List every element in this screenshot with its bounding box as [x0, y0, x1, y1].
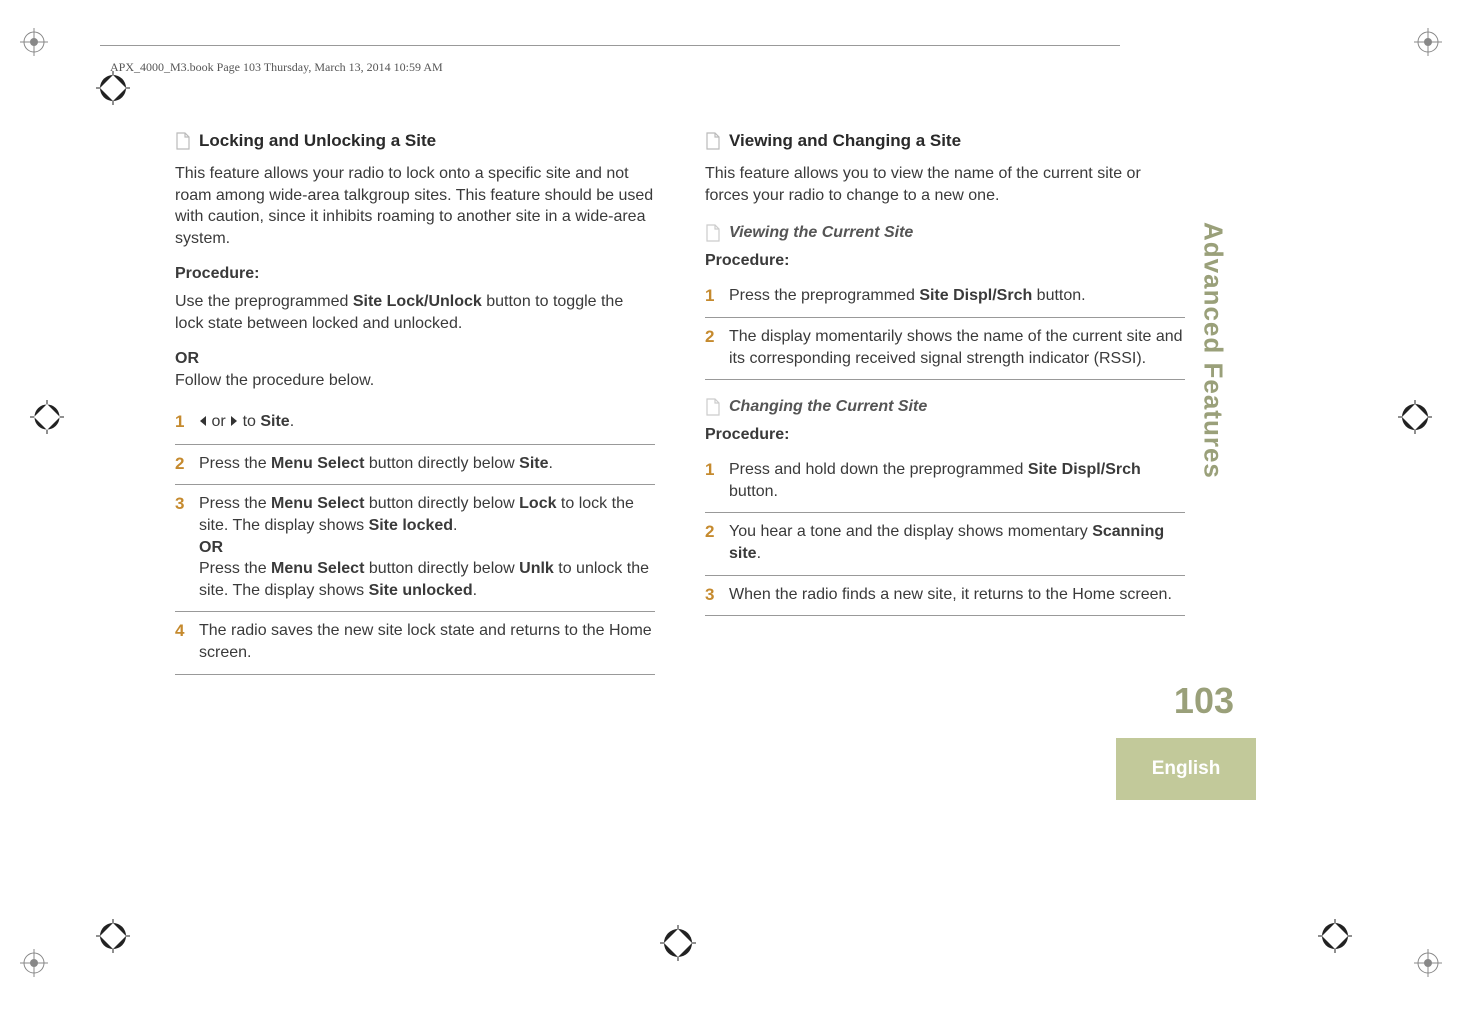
right-column: Viewing and Changing a Site This feature…: [705, 130, 1185, 830]
procedure-label: Procedure:: [705, 424, 1185, 446]
display-text: Site: [260, 413, 289, 430]
crop-mark-icon: [1414, 28, 1442, 56]
section-title: Viewing and Changing a Site: [729, 130, 961, 153]
text: .: [453, 517, 457, 534]
procedure-text: Use the preprogrammed Site Lock/Unlock b…: [175, 291, 655, 334]
language-label: English: [1152, 758, 1221, 780]
step-item: Press the preprogrammed Site Displ/Srch …: [705, 279, 1185, 318]
chapter-tab: Advanced Features: [1192, 150, 1234, 550]
procedure-label: Procedure:: [705, 250, 1185, 272]
text: button directly below: [364, 495, 519, 512]
display-text: Site locked: [369, 517, 453, 534]
step-item: The radio saves the new site lock state …: [175, 614, 655, 674]
subsection-title: Viewing the Current Site: [729, 222, 913, 244]
intro-text: This feature allows you to view the name…: [705, 163, 1185, 206]
steps-list: or to Site. Press the Menu Select button…: [175, 405, 655, 674]
text: or: [207, 413, 230, 430]
document-icon: [175, 132, 191, 150]
registration-mark-icon: [30, 400, 64, 434]
display-text: Lock: [519, 495, 556, 512]
registration-mark-icon: [96, 71, 130, 105]
intro-text: This feature allows your radio to lock o…: [175, 163, 655, 249]
section-title: Locking and Unlocking a Site: [199, 130, 436, 153]
step-item: You hear a tone and the display shows mo…: [705, 515, 1185, 575]
running-header: APX_4000_M3.book Page 103 Thursday, Marc…: [110, 60, 443, 75]
or-label: OR: [199, 539, 223, 556]
crop-mark-icon: [1414, 949, 1442, 977]
registration-mark-icon: [1318, 919, 1352, 953]
page-number: 103: [1174, 680, 1234, 722]
button-name: Menu Select: [271, 560, 364, 577]
button-name: Site Displ/Srch: [919, 287, 1032, 304]
subsection-heading: Viewing the Current Site: [705, 222, 1185, 244]
button-name: Site Lock/Unlock: [353, 293, 482, 310]
text: Use the preprogrammed: [175, 293, 353, 310]
document-icon: [705, 398, 721, 416]
header-rule: [100, 45, 1120, 46]
steps-list: Press the preprogrammed Site Displ/Srch …: [705, 279, 1185, 380]
left-column: Locking and Unlocking a Site This featur…: [175, 130, 655, 830]
button-name: Site Displ/Srch: [1028, 461, 1141, 478]
step-item: When the radio finds a new site, it retu…: [705, 578, 1185, 617]
right-arrow-icon: [230, 412, 238, 434]
text: .: [290, 413, 294, 430]
text: button directly below: [364, 455, 519, 472]
subsection-heading: Changing the Current Site: [705, 396, 1185, 418]
text: button directly below: [364, 560, 519, 577]
button-name: Menu Select: [271, 495, 364, 512]
display-text: Site: [519, 455, 548, 472]
text: .: [548, 455, 552, 472]
display-text: Unlk: [519, 560, 554, 577]
language-block: English: [1116, 738, 1256, 800]
side-tab: Advanced Features 103 English: [1192, 150, 1234, 800]
text: Press the: [199, 495, 271, 512]
text: Press and hold down the preprogrammed: [729, 461, 1028, 478]
step-item: or to Site.: [175, 405, 655, 445]
text: You hear a tone and the display shows mo…: [729, 523, 1092, 540]
text: button.: [1032, 287, 1085, 304]
left-arrow-icon: [199, 412, 207, 434]
crop-mark-icon: [20, 949, 48, 977]
text: to: [238, 413, 260, 430]
text: .: [757, 545, 761, 562]
button-name: Menu Select: [271, 455, 364, 472]
or-label: OR: [175, 348, 655, 370]
crop-mark-icon: [20, 28, 48, 56]
registration-mark-icon: [660, 925, 696, 961]
text: button.: [729, 483, 778, 500]
document-icon: [705, 224, 721, 242]
text: Press the preprogrammed: [729, 287, 919, 304]
registration-mark-icon: [96, 919, 130, 953]
section-heading: Viewing and Changing a Site: [705, 130, 1185, 153]
text: Press the: [199, 455, 271, 472]
chapter-tab-label: Advanced Features: [1198, 222, 1229, 479]
section-heading: Locking and Unlocking a Site: [175, 130, 655, 153]
steps-list: Press and hold down the preprogrammed Si…: [705, 453, 1185, 616]
text: .: [473, 582, 477, 599]
subsection-title: Changing the Current Site: [729, 396, 927, 418]
procedure-text: Follow the procedure below.: [175, 370, 655, 392]
step-item: The display momentarily shows the name o…: [705, 320, 1185, 380]
text: Press the: [199, 560, 271, 577]
document-icon: [705, 132, 721, 150]
display-text: Site unlocked: [369, 582, 473, 599]
procedure-label: Procedure:: [175, 263, 655, 285]
step-item: Press the Menu Select button directly be…: [175, 487, 655, 612]
step-item: Press the Menu Select button directly be…: [175, 447, 655, 486]
step-item: Press and hold down the preprogrammed Si…: [705, 453, 1185, 513]
page-body: Locking and Unlocking a Site This featur…: [175, 130, 1185, 830]
registration-mark-icon: [1398, 400, 1432, 434]
